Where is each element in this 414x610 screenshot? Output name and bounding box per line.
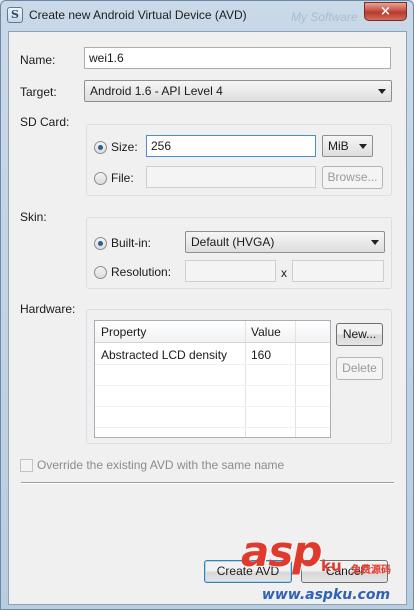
row-divider	[95, 406, 330, 407]
delete-property-button[interactable]: Delete	[336, 357, 383, 380]
column-header-value[interactable]: Value	[251, 325, 281, 339]
resolution-width-input[interactable]	[185, 260, 276, 282]
chevron-down-icon	[359, 144, 367, 149]
resolution-radio[interactable]	[94, 266, 107, 279]
browse-button[interactable]: Browse...	[322, 166, 383, 189]
name-input[interactable]: wei1.6	[84, 47, 391, 69]
override-checkbox[interactable]	[20, 459, 33, 472]
title-bar[interactable]: S Create new Android Virtual Device (AVD…	[1, 1, 413, 31]
avd-dialog-window: S Create new Android Virtual Device (AVD…	[0, 0, 414, 610]
resolution-label: Resolution:	[111, 265, 172, 279]
target-select[interactable]: Android 1.6 - API Level 4	[84, 80, 392, 102]
target-label: Target:	[20, 85, 57, 99]
create-avd-button[interactable]: Create AVD	[204, 560, 292, 583]
row-divider	[95, 364, 330, 365]
skin-label: Skin:	[20, 210, 47, 224]
size-label: Size:	[111, 140, 138, 154]
sdcard-label: SD Card:	[20, 115, 70, 129]
background-window-title: My Software	[291, 10, 358, 24]
target-select-value: Android 1.6 - API Level 4	[90, 84, 223, 98]
row-property: Abstracted LCD density	[101, 348, 228, 362]
row-divider	[95, 427, 330, 428]
name-label: Name:	[20, 53, 56, 67]
cancel-button[interactable]: Cancel	[301, 560, 388, 583]
close-icon: ×	[380, 4, 391, 19]
column-divider	[295, 321, 296, 437]
size-radio[interactable]	[94, 141, 107, 154]
column-divider	[245, 321, 246, 437]
sdk-app-icon: S	[7, 7, 23, 23]
row-divider	[95, 385, 330, 386]
file-input[interactable]	[146, 166, 316, 188]
resolution-height-input[interactable]	[292, 260, 384, 282]
hardware-table: Property Value Abstracted LCD density 16…	[94, 320, 331, 438]
chevron-down-icon	[371, 240, 379, 245]
window-title: Create new Android Virtual Device (AVD)	[29, 8, 247, 22]
row-value: 160	[251, 348, 272, 362]
skin-select[interactable]: Default (HVGA)	[185, 231, 385, 253]
dialog-client-area: Name: wei1.6 Target: Android 1.6 - API L…	[8, 31, 407, 605]
separator	[21, 482, 394, 484]
new-property-button[interactable]: New...	[336, 323, 383, 346]
file-radio[interactable]	[94, 172, 107, 185]
override-label: Override the existing AVD with the same …	[37, 458, 285, 472]
size-unit-select[interactable]: MiB	[322, 135, 373, 157]
file-label: File:	[111, 171, 134, 185]
builtin-radio[interactable]	[94, 237, 107, 250]
column-header-property[interactable]: Property	[101, 325, 146, 339]
size-unit-value: MiB	[328, 139, 349, 153]
close-button[interactable]: ×	[364, 2, 407, 21]
resolution-x-label: x	[281, 266, 287, 280]
size-input[interactable]: 256	[146, 135, 316, 157]
chevron-down-icon	[378, 89, 386, 94]
hardware-label: Hardware:	[20, 302, 76, 316]
skin-select-value: Default (HVGA)	[191, 235, 275, 249]
builtin-label: Built-in:	[111, 236, 152, 250]
